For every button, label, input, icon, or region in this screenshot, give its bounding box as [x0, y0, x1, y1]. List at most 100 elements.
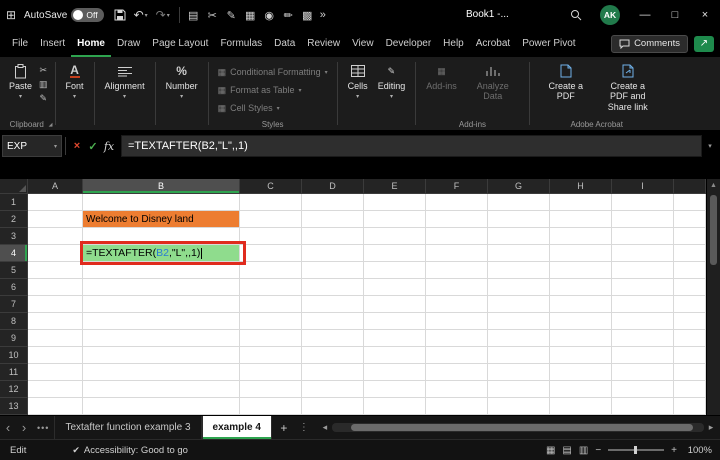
cell-H2[interactable] — [550, 211, 612, 228]
cell-C1[interactable] — [240, 194, 302, 211]
cell-I4[interactable] — [612, 245, 674, 262]
cell-H10[interactable] — [550, 347, 612, 364]
cell-E7[interactable] — [364, 296, 426, 313]
format-painter-icon[interactable]: ✎ — [223, 9, 240, 22]
cell-partial6[interactable] — [674, 279, 706, 296]
cell-B1[interactable] — [83, 194, 240, 211]
cell-H7[interactable] — [550, 296, 612, 313]
name-box[interactable]: EXP ▾ — [2, 135, 62, 157]
menu-tab-page-layout[interactable]: Page Layout — [146, 30, 214, 57]
cell-C4[interactable] — [240, 245, 302, 262]
row-header-8[interactable]: 8 — [0, 313, 28, 330]
cell-F12[interactable] — [426, 381, 488, 398]
menu-tab-data[interactable]: Data — [268, 30, 301, 57]
cell-D3[interactable] — [302, 228, 364, 245]
toolbar-overflow-icon[interactable]: » — [316, 9, 330, 21]
cell-C9[interactable] — [240, 330, 302, 347]
row-header-11[interactable]: 11 — [0, 364, 28, 381]
cell-partial4[interactable] — [674, 245, 706, 262]
cell-E11[interactable] — [364, 364, 426, 381]
cell-F8[interactable] — [426, 313, 488, 330]
column-header-A[interactable]: A — [28, 179, 83, 194]
cell-partial7[interactable] — [674, 296, 706, 313]
accessibility-checker[interactable]: ✔ Accessibility: Good to go — [72, 445, 188, 456]
row-header-12[interactable]: 12 — [0, 381, 28, 398]
row-header-7[interactable]: 7 — [0, 296, 28, 313]
share-button[interactable]: ↗ — [694, 36, 714, 52]
cell-A11[interactable] — [28, 364, 83, 381]
cut-icon[interactable]: ✂ — [39, 65, 48, 76]
cell-G12[interactable] — [488, 381, 550, 398]
format-painter-icon[interactable]: ✎ — [39, 93, 48, 104]
cell-F6[interactable] — [426, 279, 488, 296]
paste-button[interactable]: Paste ▾ — [4, 61, 37, 102]
cell-H6[interactable] — [550, 279, 612, 296]
cell-A4[interactable] — [28, 245, 83, 262]
cell-partial2[interactable] — [674, 211, 706, 228]
cell-A12[interactable] — [28, 381, 83, 398]
cell-H11[interactable] — [550, 364, 612, 381]
cell-I6[interactable] — [612, 279, 674, 296]
table-icon[interactable]: ▩ — [299, 9, 316, 22]
cell-A2[interactable] — [28, 211, 83, 228]
cell-D7[interactable] — [302, 296, 364, 313]
cell-F13[interactable] — [426, 398, 488, 415]
cell-D8[interactable] — [302, 313, 364, 330]
cell-C3[interactable] — [240, 228, 302, 245]
column-header-I[interactable]: I — [612, 179, 674, 194]
cell-B3[interactable] — [83, 228, 240, 245]
cell-F4[interactable] — [426, 245, 488, 262]
formula-input[interactable]: =TEXTAFTER(B2,"L",,1) — [121, 135, 702, 157]
cell-E10[interactable] — [364, 347, 426, 364]
cell-A5[interactable] — [28, 262, 83, 279]
row-header-4[interactable]: 4 — [0, 245, 28, 262]
cell-B11[interactable] — [83, 364, 240, 381]
cell-I10[interactable] — [612, 347, 674, 364]
cell-F10[interactable] — [426, 347, 488, 364]
cell-B7[interactable] — [83, 296, 240, 313]
analyze-data-button[interactable]: Analyze Data — [462, 61, 524, 104]
cell-F9[interactable] — [426, 330, 488, 347]
cell-partial13[interactable] — [674, 398, 706, 415]
cell-partial12[interactable] — [674, 381, 706, 398]
cell-I3[interactable] — [612, 228, 674, 245]
cell-D13[interactable] — [302, 398, 364, 415]
cell-E4[interactable] — [364, 245, 426, 262]
cell-G9[interactable] — [488, 330, 550, 347]
format-as-table-button[interactable]: ▦Format as Table▾ — [218, 81, 328, 99]
sheet-nav-right-icon[interactable]: › — [16, 416, 32, 439]
row-header-5[interactable]: 5 — [0, 262, 28, 279]
page-layout-view-icon[interactable]: ▤ — [562, 445, 571, 456]
row-header-3[interactable]: 3 — [0, 228, 28, 245]
horizontal-scroll-track[interactable] — [332, 423, 704, 432]
cell-A3[interactable] — [28, 228, 83, 245]
alignment-menu-button[interactable]: Alignment ▾ — [100, 61, 150, 102]
cell-H5[interactable] — [550, 262, 612, 279]
cell-H4[interactable] — [550, 245, 612, 262]
copy-icon[interactable]: ▥ — [39, 79, 48, 90]
cell-E2[interactable] — [364, 211, 426, 228]
zoom-in-button[interactable]: + — [671, 445, 677, 456]
cell-H9[interactable] — [550, 330, 612, 347]
editing-menu-button[interactable]: ✎ Editing ▾ — [373, 61, 411, 102]
cell-E1[interactable] — [364, 194, 426, 211]
cell-G8[interactable] — [488, 313, 550, 330]
zoom-level[interactable]: 100% — [684, 445, 712, 456]
cell-E13[interactable] — [364, 398, 426, 415]
cell-I9[interactable] — [612, 330, 674, 347]
menu-tab-help[interactable]: Help — [437, 30, 470, 57]
clipboard-icon[interactable]: ▤ — [185, 9, 202, 22]
cell-partial8[interactable] — [674, 313, 706, 330]
cell-D11[interactable] — [302, 364, 364, 381]
cell-I7[interactable] — [612, 296, 674, 313]
scroll-right-icon[interactable]: ▸ — [706, 422, 716, 433]
save-icon[interactable] — [110, 9, 130, 21]
cell-H12[interactable] — [550, 381, 612, 398]
cell-G10[interactable] — [488, 347, 550, 364]
zoom-slider-knob[interactable] — [634, 446, 637, 454]
cell-B8[interactable] — [83, 313, 240, 330]
cell-H1[interactable] — [550, 194, 612, 211]
camera-icon[interactable]: ◉ — [261, 9, 278, 22]
cell-I8[interactable] — [612, 313, 674, 330]
cell-E5[interactable] — [364, 262, 426, 279]
